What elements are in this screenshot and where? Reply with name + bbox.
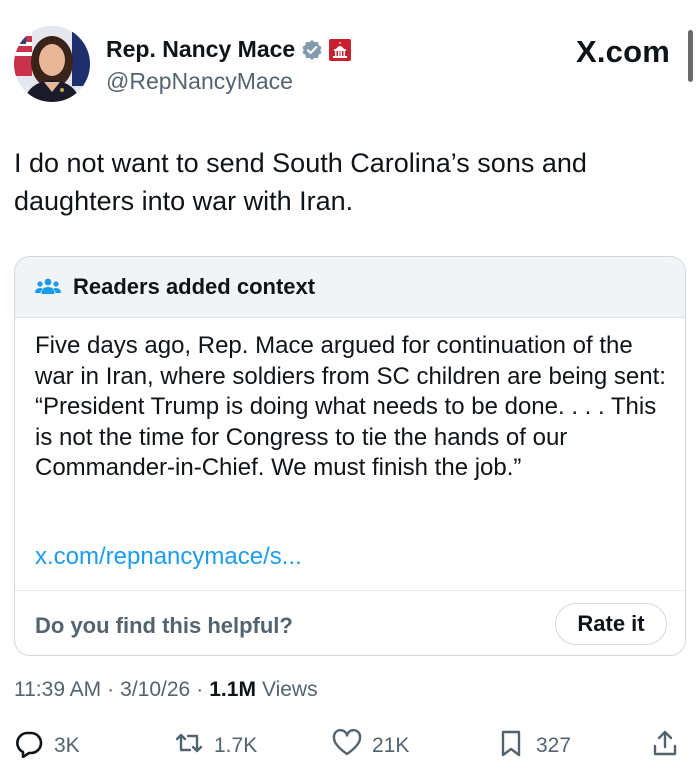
- community-note-body: Five days ago, Rep. Mace argued for cont…: [35, 332, 666, 481]
- scrollbar[interactable]: [688, 30, 693, 82]
- like-button[interactable]: 21K: [332, 728, 409, 764]
- people-icon: [35, 277, 61, 297]
- name-row: Rep. Nancy Mace: [106, 36, 352, 63]
- share-icon: [650, 728, 680, 764]
- tweet-text: I do not want to send South Carolina’s s…: [14, 148, 587, 216]
- tweet-date[interactable]: 3/10/26: [120, 678, 190, 702]
- views-label: Views: [261, 678, 318, 701]
- x-brand-logo: X.com: [575, 34, 670, 69]
- bookmark-button[interactable]: 327: [496, 728, 571, 764]
- tweet-time[interactable]: 11:39 AM: [14, 678, 101, 702]
- tweet-header: Rep. Nancy Mace @RepNancyMace X.com: [14, 26, 686, 106]
- like-count: 21K: [372, 734, 410, 757]
- meta-separator: ·: [107, 678, 115, 701]
- helpful-prompt: Do you find this helpful?: [35, 613, 293, 638]
- community-note-source-link[interactable]: x.com/repnancymace/s...: [35, 543, 302, 571]
- community-note-title: Readers added context: [73, 274, 316, 299]
- avatar[interactable]: [14, 26, 90, 102]
- heart-icon: [332, 728, 362, 764]
- bookmark-count: 327: [536, 734, 572, 757]
- tweet-actions: 3K 1.7K 21K 327: [14, 728, 686, 764]
- verified-badge-icon[interactable]: [301, 39, 323, 61]
- rate-it-button[interactable]: Rate it: [555, 603, 667, 645]
- share-button[interactable]: [650, 728, 680, 764]
- capitol-icon: [329, 38, 352, 61]
- meta-separator: ·: [196, 678, 204, 701]
- repost-icon: [174, 728, 204, 764]
- repost-button[interactable]: 1.7K: [174, 728, 257, 764]
- community-note: Readers added context Five days ago, Rep…: [14, 256, 686, 656]
- display-name[interactable]: Rep. Nancy Mace: [106, 36, 295, 63]
- reply-count: 3K: [54, 734, 80, 757]
- reply-icon: [14, 728, 44, 764]
- community-note-header: Readers added context: [15, 257, 685, 318]
- reply-button[interactable]: 3K: [14, 728, 80, 764]
- bookmark-icon: [496, 728, 526, 764]
- views-count: 1.1M: [209, 678, 256, 701]
- user-handle[interactable]: @RepNancyMace: [106, 68, 293, 95]
- repost-count: 1.7K: [214, 734, 258, 757]
- tweet-meta: 11:39 AM · 3/10/26 · 1.1M Views: [14, 678, 318, 702]
- community-note-footer: Do you find this helpful? Rate it: [15, 590, 685, 655]
